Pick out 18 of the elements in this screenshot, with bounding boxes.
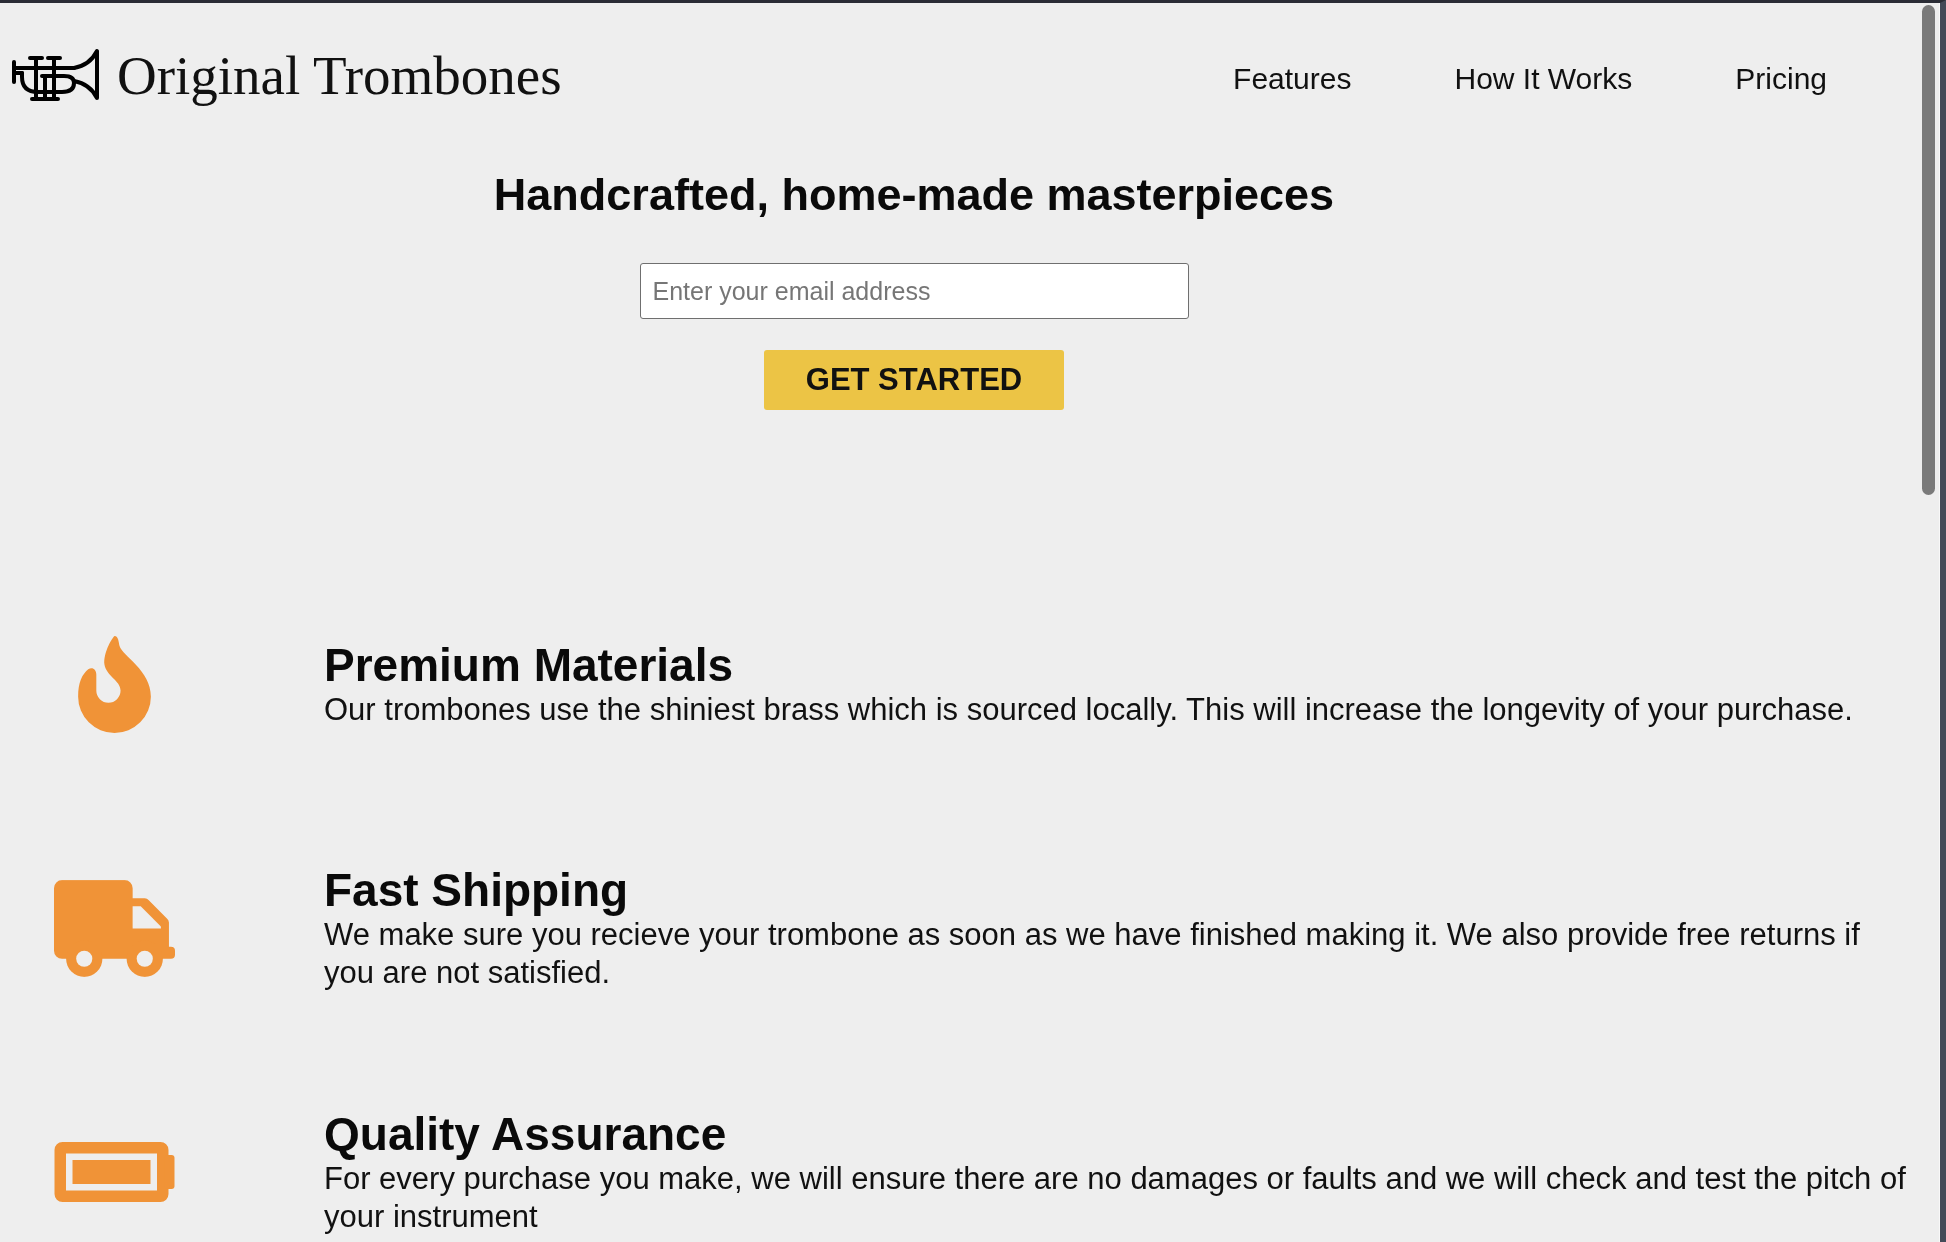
feature-description: For every purchase you make, we will ensure there are no damages or faults and we will check and test the pitch of your instrument (324, 1160, 1907, 1236)
feature-description: We make sure you recieve your trombone as soon as we have finished making it. We also provide free returns if you are not satisfied. (324, 916, 1861, 992)
nav-link[interactable]: Features (1233, 59, 1352, 99)
feature-description: Our trombones use the shiniest brass which is sourced locally. This will increase the longevity of your purchase. (324, 691, 1854, 729)
scrollbar-thumb[interactable] (1922, 5, 1935, 495)
feature-title: Premium Materials (324, 639, 735, 691)
nav-link[interactable]: Pricing (1735, 59, 1827, 99)
battery-icon (53, 1142, 175, 1202)
get-started-button[interactable]: GET STARTED (764, 350, 1064, 410)
feature-title: Quality Assurance (324, 1108, 728, 1160)
flame-icon (77, 635, 151, 733)
logo-text: Original Trombones (117, 44, 562, 108)
nav-link[interactable]: How It Works (1454, 59, 1633, 99)
email-field[interactable]: Enter your email address (639, 263, 1189, 319)
feature-title: Fast Shipping (324, 864, 630, 916)
truck-icon (53, 879, 175, 977)
trumpet-icon (12, 47, 100, 101)
hero-heading: Handcrafted, home-made masterpieces (493, 168, 1335, 222)
